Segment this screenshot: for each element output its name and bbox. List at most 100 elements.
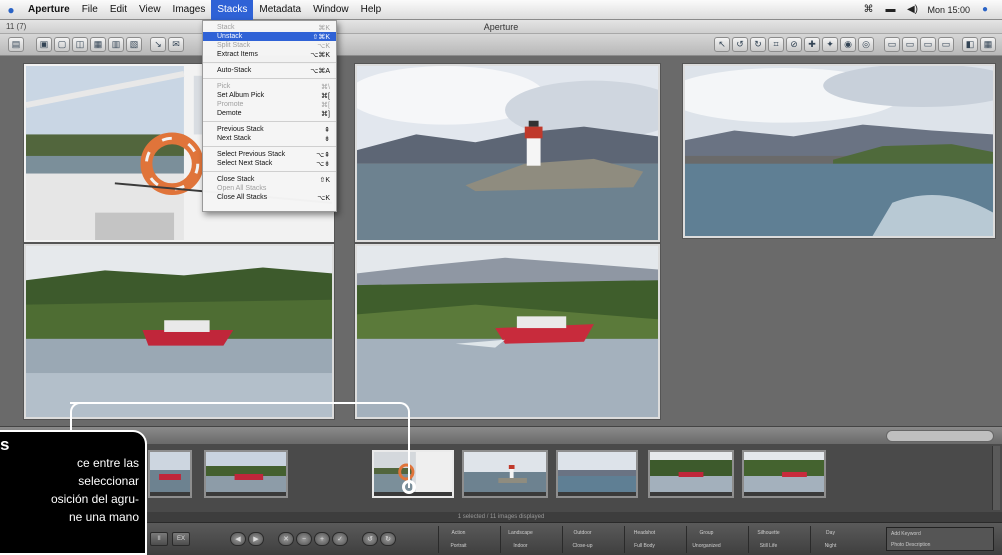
loupe-icon[interactable]: ▭ — [884, 37, 900, 52]
photo-lighthouse[interactable] — [355, 64, 660, 242]
volume-icon[interactable]: ◀) — [905, 4, 919, 16]
menu-close-all-stacks-label: Close All Stacks — [217, 194, 268, 201]
photo-red-boat-2[interactable] — [355, 244, 660, 419]
keyword-button-2[interactable]: Landscape Indoor — [500, 526, 540, 553]
menu-select-next-stack-label: Select Next Stack — [217, 160, 273, 167]
new-album-icon[interactable]: ▢ — [54, 37, 70, 52]
new-project-icon[interactable]: ▣ — [36, 37, 52, 52]
spot-patch-icon[interactable]: ◎ — [858, 37, 874, 52]
thumbnail[interactable] — [204, 450, 288, 498]
next-image-icon[interactable]: ▶ — [248, 532, 264, 546]
reject-icon[interactable]: ✕ — [278, 532, 294, 546]
browser-scrollbar[interactable] — [992, 446, 1000, 510]
crop-icon[interactable]: ⌗ — [768, 37, 784, 52]
menu-help[interactable]: Help — [355, 0, 388, 20]
menu-stacks[interactable]: Stacks — [211, 0, 254, 20]
keyword-button-4[interactable]: Headshot Full Body — [624, 526, 664, 553]
menu-auto-stack-shortcut: ⌥⌘A — [310, 67, 330, 75]
select-icon[interactable]: ✓ — [332, 532, 348, 546]
keyword-label: Day — [826, 529, 835, 536]
menu-select-next-stack[interactable]: Select Next Stack ⌥⇟ — [203, 159, 336, 168]
control-button-small[interactable]: EX — [172, 532, 190, 546]
keyword-button-3[interactable]: Outdoor Close-up — [562, 526, 602, 553]
redeye-icon[interactable]: ◉ — [840, 37, 856, 52]
select-tool-icon[interactable]: ↖ — [714, 37, 730, 52]
thumbnail[interactable] — [648, 450, 734, 498]
browser-search-field[interactable] — [886, 430, 994, 442]
viewer-mode-icon[interactable]: ◧ — [962, 37, 978, 52]
decrease-rating-icon[interactable]: − — [296, 532, 312, 546]
menu-file[interactable]: File — [76, 0, 104, 20]
menu-set-album-pick-label: Set Album Pick — [217, 92, 265, 99]
menu-open-all-stacks-label: Open All Stacks — [217, 185, 267, 192]
menu-set-album-pick[interactable]: Set Album Pick ⌘[ — [203, 91, 336, 100]
keyword-button-5[interactable]: Group Unorganized — [686, 526, 726, 553]
increase-rating-icon[interactable]: + — [314, 532, 330, 546]
menu-extract-items[interactable]: Extract Items ⌥⌘K — [203, 50, 336, 59]
rotate-right-control-icon[interactable]: ↻ — [380, 532, 396, 546]
project-panel-icon[interactable]: ▤ — [8, 37, 24, 52]
photo-fjord[interactable] — [683, 64, 995, 238]
new-book-icon[interactable]: ▥ — [108, 37, 124, 52]
lift-icon[interactable]: ✚ — [804, 37, 820, 52]
photo-red-boat-1[interactable] — [24, 244, 334, 419]
email-icon[interactable]: ✉ — [168, 37, 184, 52]
straighten-icon[interactable]: ⊘ — [786, 37, 802, 52]
menu-clock[interactable]: Mon 15:00 — [927, 5, 970, 15]
import-icon[interactable]: ↘ — [150, 37, 166, 52]
rotate-left-control-icon[interactable]: ↺ — [362, 532, 378, 546]
keyword-label: Full Body — [634, 543, 655, 550]
new-webpage-icon[interactable]: ▧ — [126, 37, 142, 52]
menu-split-stack-shortcut: ⌥K — [317, 42, 330, 50]
callout-box: s ce entre las seleccionar osición del a… — [0, 430, 147, 555]
stamp-icon[interactable]: ✦ — [822, 37, 838, 52]
keyword-field-label: Photo Description — [891, 541, 931, 548]
menu-stack-label: Stack — [217, 24, 235, 31]
script-icon[interactable]: ⌘ — [861, 4, 875, 16]
red-boat-2-image — [357, 246, 658, 417]
menu-pick: Pick ⌘\ — [203, 82, 336, 91]
browser-mode-icon[interactable]: ▦ — [980, 37, 996, 52]
apple-menu-icon[interactable]: ● — [0, 3, 22, 17]
keyword-button-1[interactable]: Action Portrait — [438, 526, 478, 553]
new-smart-album-icon[interactable]: ◫ — [72, 37, 88, 52]
rotate-left-icon[interactable]: ↺ — [732, 37, 748, 52]
menu-images[interactable]: Images — [167, 0, 212, 20]
menu-open-all-stacks: Open All Stacks — [203, 184, 336, 193]
rotate-right-icon[interactable]: ↻ — [750, 37, 766, 52]
menu-unstack[interactable]: Unstack ⇧⌘K — [203, 32, 336, 41]
thumbnail[interactable] — [556, 450, 638, 498]
display-icon[interactable]: ▬ — [883, 4, 897, 16]
menu-close-all-stacks[interactable]: Close All Stacks ⌥K — [203, 193, 336, 202]
menu-auto-stack-label: Auto-Stack — [217, 67, 252, 74]
menu-close-stack[interactable]: Close Stack ⇧K — [203, 175, 336, 184]
thumbnail[interactable] — [742, 450, 826, 498]
keyword-button-6[interactable]: Silhouette Still Life — [748, 526, 788, 553]
keyword-button-7[interactable]: Day Night — [810, 526, 850, 553]
control-button-small[interactable]: II — [150, 532, 168, 546]
full-screen-icon[interactable]: ▭ — [938, 37, 954, 52]
keyword-label: Action — [451, 529, 466, 536]
menu-app-name[interactable]: Aperture — [22, 0, 76, 20]
menu-close-all-stacks-shortcut: ⌥K — [317, 194, 330, 202]
menu-demote[interactable]: Demote ⌘] — [203, 109, 336, 118]
menu-view[interactable]: View — [133, 0, 167, 20]
new-light-table-icon[interactable]: ▦ — [90, 37, 106, 52]
stack-mode-icon[interactable]: ▭ — [920, 37, 936, 52]
keyword-entry-field[interactable]: Add Keyword Photo Description — [886, 527, 994, 551]
menu-auto-stack[interactable]: Auto-Stack ⌥⌘A — [203, 66, 336, 75]
thumbnail[interactable] — [462, 450, 548, 498]
menu-edit[interactable]: Edit — [104, 0, 133, 20]
menu-next-stack[interactable]: Next Stack ⇟ — [203, 134, 336, 143]
spotlight-icon[interactable]: ● — [978, 4, 992, 16]
menu-previous-stack[interactable]: Previous Stack ⇞ — [203, 125, 336, 134]
menu-separator — [203, 62, 336, 63]
keyword-field-label: Add Keyword — [891, 530, 921, 537]
menu-select-previous-stack[interactable]: Select Previous Stack ⌥⇞ — [203, 150, 336, 159]
menu-metadata[interactable]: Metadata — [253, 0, 307, 20]
menu-window[interactable]: Window — [307, 0, 355, 20]
previous-image-icon[interactable]: ◀ — [230, 532, 246, 546]
thumbnail[interactable] — [148, 450, 192, 498]
primary-only-icon[interactable]: ▭ — [902, 37, 918, 52]
callout-marker — [402, 480, 416, 494]
